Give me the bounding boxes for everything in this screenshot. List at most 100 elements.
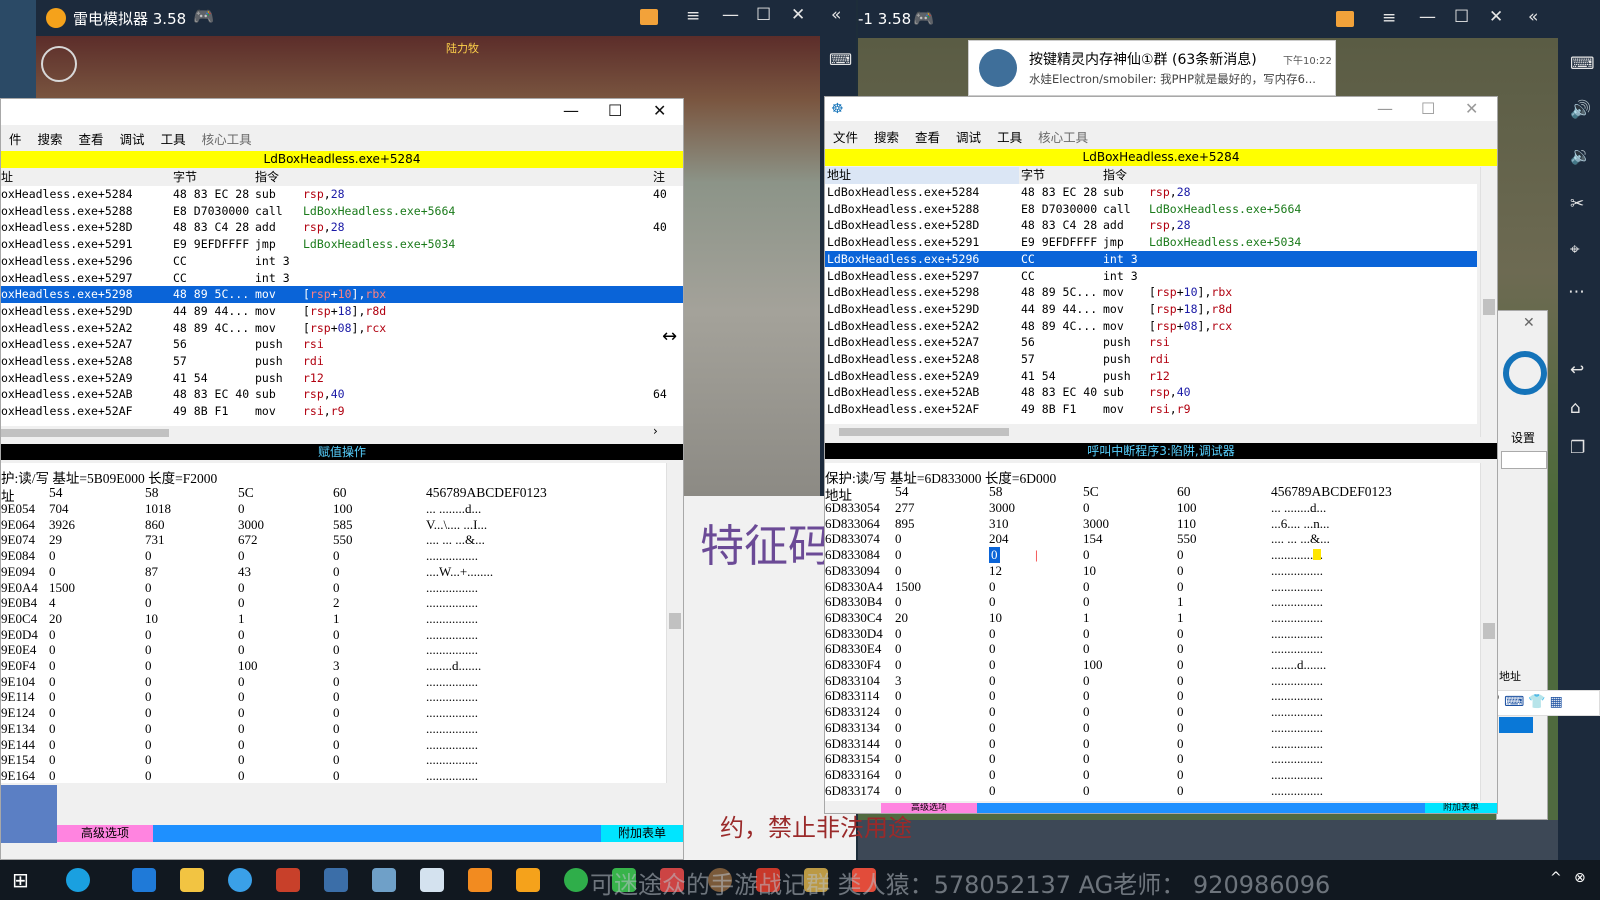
gift-icon[interactable]	[640, 9, 658, 25]
hex-row[interactable]: 6D833124 0 0 0 0................	[825, 704, 1465, 720]
hex-row[interactable]: 9E084 0 0 0 0................	[1, 548, 661, 564]
menu-core-tools[interactable]: 核心工具	[194, 129, 260, 148]
disasm-row[interactable]: LdBoxHeadless.exe+52A9 41 54 push r12	[825, 368, 1477, 385]
hex-rows[interactable]: 6D833054 277 3000 0 100... ........d... 6D833…	[825, 500, 1465, 801]
maximize-icon[interactable]: ☐	[1454, 9, 1469, 26]
disasm-row[interactable]: LdBoxHeadless.exe+5288 E8 D7030000 call LdB…	[825, 201, 1477, 218]
disasm-row[interactable]: oxHeadless.exe+5284 48 83 EC 28 sub rsp,28 4…	[1, 186, 683, 203]
volume-up-icon[interactable]: 🔊	[1570, 102, 1591, 119]
disasm-row[interactable]: oxHeadless.exe+5296 CC int 3	[1, 253, 683, 270]
disasm-row[interactable]: LdBoxHeadless.exe+5298 48 89 5C... mov [rsp…	[825, 284, 1477, 301]
col-address[interactable]: 址	[1, 169, 13, 186]
back-icon[interactable]: ↩	[1570, 362, 1584, 379]
disasm-row[interactable]: oxHeadless.exe+52A7 56 push rsi	[1, 336, 683, 353]
disasm-row[interactable]: LdBoxHeadless.exe+5297 CC int 3	[825, 268, 1477, 285]
app-v-icon[interactable]	[66, 868, 90, 892]
minimize-icon[interactable]: —	[722, 7, 739, 24]
menu-view[interactable]: 查看	[907, 127, 948, 146]
hex-row[interactable]: 9E144 0 0 0 0................	[1, 737, 661, 753]
tray-close-icon[interactable]: ⊗	[1574, 870, 1586, 886]
hex-row[interactable]: 6D833154 0 0 0 0................	[825, 751, 1465, 767]
qq-notification[interactable]: 按键精灵内存神仙①群 (63条新消息) 下午10:22 水娃Electron/s…	[968, 40, 1336, 96]
app-orange-icon[interactable]	[468, 868, 492, 892]
hex-row[interactable]: 6D833134 0 0 0 0................	[825, 720, 1465, 736]
disassembly-list[interactable]: LdBoxHeadless.exe+5284 48 83 EC 28 sub rsp,…	[825, 184, 1477, 424]
hex-row[interactable]: 9E064 3926 860 3000 585 V...\.... ...I...	[1, 517, 661, 533]
hex-row[interactable]: 6D8330C4 20 10 1 1................	[825, 610, 1465, 626]
hex-row[interactable]: 9E0F4 0 0 100 3 ........d.......	[1, 658, 661, 674]
hex-row[interactable]: 9E074 29 731 672 550 .... ... ...&...	[1, 532, 661, 548]
scroll-thumb[interactable]	[1, 429, 169, 437]
hex-row[interactable]: 6D833174 0 0 0 0................	[825, 783, 1465, 799]
app-green-icon[interactable]	[564, 868, 588, 892]
close-icon[interactable]: ✕	[791, 7, 805, 24]
disasm-row[interactable]: LdBoxHeadless.exe+529D 44 89 44... mov [rsp…	[825, 301, 1477, 318]
list-selection[interactable]	[1499, 717, 1533, 733]
advanced-options-button[interactable]: 高级选项	[57, 825, 153, 842]
hex-row[interactable]: 9E0C4 20 10 1 1................	[1, 611, 661, 627]
disasm-row[interactable]: oxHeadless.exe+528D 48 83 C4 28 add rsp,28 4…	[1, 219, 683, 236]
home-icon[interactable]: ⌂	[1570, 400, 1581, 417]
address-bar[interactable]: LdBoxHeadless.exe+5284	[1, 151, 683, 168]
hex-row[interactable]: 9E114 0 0 0 0................	[1, 689, 661, 705]
edge-icon[interactable]	[132, 868, 156, 892]
disasm-row[interactable]: oxHeadless.exe+52A9 41 54 push r12	[1, 370, 683, 387]
ldplayer-taskbar-icon[interactable]	[516, 868, 540, 892]
hex-row[interactable]: 6D833164 0 0 0 0................	[825, 767, 1465, 783]
col-address[interactable]: 地址	[825, 167, 1019, 184]
menu-file[interactable]: 文件	[825, 127, 866, 146]
disasm-row[interactable]: LdBoxHeadless.exe+5291 E9 9EFDFFFF jmp LdBo…	[825, 234, 1477, 251]
disasm-row[interactable]: LdBoxHeadless.exe+52AB 48 83 EC 40 sub rsp,…	[825, 384, 1477, 401]
menu-file[interactable]: 件	[1, 129, 30, 148]
scissors-icon[interactable]: ✂	[1570, 196, 1584, 213]
close-icon[interactable]: ✕	[1465, 99, 1478, 118]
app-grid-icon[interactable]	[276, 868, 300, 892]
disasm-row[interactable]: LdBoxHeadless.exe+52A2 48 89 4C... mov [rsp…	[825, 318, 1477, 335]
hex-row[interactable]: 6D833054 277 3000 0 100 ... ........d...	[825, 500, 1465, 516]
hex-row[interactable]: 6D833084 0 0 0 0................ |	[825, 547, 1465, 563]
hex-row[interactable]: 9E094 0 87 43 0 ....W...+........	[1, 564, 661, 580]
menu-search[interactable]: 搜索	[30, 129, 71, 148]
hex-row[interactable]: 6D8330D4 0 0 0 0................	[825, 626, 1465, 642]
minimize-icon[interactable]: —	[563, 101, 579, 120]
menu-icon[interactable]: ≡	[1382, 10, 1396, 27]
col-bytes[interactable]: 字节	[1021, 167, 1045, 184]
cheat-engine-taskbar-icon[interactable]	[324, 868, 348, 892]
scroll-thumb[interactable]	[1483, 623, 1495, 639]
hex-row[interactable]: 6D8330A4 1500 0 0 0................	[825, 579, 1465, 595]
hex-row[interactable]: 6D833144 0 0 0 0................	[825, 736, 1465, 752]
disasm-row[interactable]: oxHeadless.exe+5291 E9 9EFDFFFF jmp LdBoxHe…	[1, 236, 683, 253]
game-joystick-icon[interactable]	[41, 46, 77, 82]
close-icon[interactable]: ✕	[1489, 9, 1503, 26]
maximize-icon[interactable]: ☐	[1421, 99, 1435, 118]
menu-view[interactable]: 查看	[71, 129, 112, 148]
minimize-icon[interactable]: —	[1419, 9, 1436, 26]
menu-debug[interactable]: 调试	[948, 127, 989, 146]
app-pen-icon[interactable]	[372, 868, 396, 892]
disasm-row[interactable]: oxHeadless.exe+52AB 48 83 EC 40 sub rsp,40 6…	[1, 386, 683, 403]
disasm-row[interactable]: LdBoxHeadless.exe+52A8 57 push rdi	[825, 351, 1477, 368]
hex-row[interactable]: 6D833064 895 310 3000 110 ...6.... ...n...	[825, 516, 1465, 532]
disasm-row[interactable]: oxHeadless.exe+5297 CC int 3	[1, 270, 683, 287]
disasm-row[interactable]: LdBoxHeadless.exe+52A7 56 push rsi	[825, 334, 1477, 351]
disasm-row[interactable]: LdBoxHeadless.exe+5284 48 83 EC 28 sub rsp,…	[825, 184, 1477, 201]
col-opcode[interactable]: 指令	[1103, 167, 1127, 184]
location-icon[interactable]: ⌖	[1570, 242, 1580, 259]
hex-row[interactable]: 6D8330E4 0 0 0 0................	[825, 641, 1465, 657]
col-opcode[interactable]: 指令	[255, 169, 279, 186]
add-table-button[interactable]: 附加表单	[601, 825, 683, 842]
menu-search[interactable]: 搜索	[866, 127, 907, 146]
minimize-icon[interactable]: —	[1377, 99, 1393, 118]
disasm-row[interactable]: oxHeadless.exe+5288 E8 D7030000 call LdBoxH…	[1, 203, 683, 220]
hex-row[interactable]: 9E134 0 0 0 0................	[1, 721, 661, 737]
hex-row[interactable]: 9E0A4 1500 0 0 0................	[1, 580, 661, 596]
hex-row[interactable]: 6D8330F4 0 0 100 0 ........d.......	[825, 657, 1465, 673]
horizontal-scrollbar[interactable]	[825, 425, 1477, 439]
disasm-row[interactable]: oxHeadless.exe+52A2 48 89 4C... mov [rsp+08…	[1, 320, 683, 337]
gift-icon[interactable]	[1336, 11, 1354, 27]
windows-start-icon[interactable]: ⊞	[12, 868, 29, 892]
gamepad-icon[interactable]: 🎮	[913, 11, 934, 28]
hex-row[interactable]: 9E124 0 0 0 0................	[1, 705, 661, 721]
collapse-icon[interactable]: «	[831, 7, 841, 24]
disasm-row[interactable]: LdBoxHeadless.exe+5296 CC int 3	[825, 250, 1477, 268]
